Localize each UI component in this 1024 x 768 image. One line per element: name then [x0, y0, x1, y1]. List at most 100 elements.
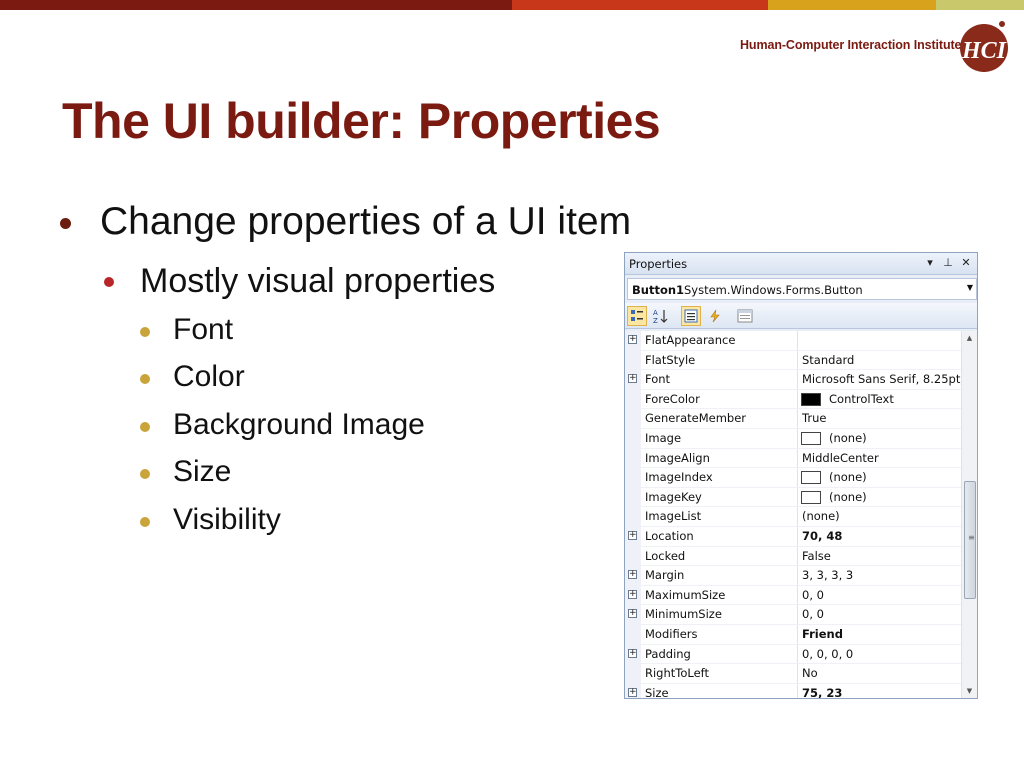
sub-bullet-dot: [140, 327, 150, 337]
row-gutter: [625, 350, 641, 370]
property-value[interactable]: 75, 23: [802, 686, 842, 698]
scroll-down-icon[interactable]: ▼: [962, 684, 977, 698]
property-value[interactable]: Standard: [802, 353, 854, 367]
property-value[interactable]: No: [802, 666, 818, 680]
properties-title: Properties: [629, 257, 688, 271]
expand-icon[interactable]: +: [628, 374, 637, 384]
property-value[interactable]: True: [802, 411, 826, 425]
property-row[interactable]: ImageIndex (none): [625, 468, 961, 488]
property-name: Location: [645, 529, 694, 543]
property-name: ImageList: [645, 509, 702, 524]
expand-icon[interactable]: +: [628, 589, 637, 599]
property-row[interactable]: ImageAlign MiddleCenter: [625, 448, 961, 469]
property-row[interactable]: + Location 70, 48: [625, 527, 961, 547]
expand-icon[interactable]: +: [628, 687, 637, 697]
property-value[interactable]: (none): [829, 431, 867, 445]
property-value[interactable]: (none): [829, 490, 867, 504]
properties-icon[interactable]: [681, 306, 701, 326]
events-icon[interactable]: [705, 306, 725, 326]
column-separator: [797, 507, 798, 526]
property-row[interactable]: + FlatAppearance: [625, 331, 961, 351]
property-row[interactable]: RightToLeft No: [625, 664, 961, 684]
column-separator: [797, 683, 798, 698]
object-type: System.Windows.Forms.Button: [684, 283, 863, 297]
row-gutter: [625, 409, 641, 428]
property-value[interactable]: (none): [829, 470, 867, 484]
close-icon[interactable]: ✕: [959, 256, 973, 270]
property-name: RightToLeft: [645, 666, 710, 681]
band-segment: [512, 0, 768, 10]
property-pages-icon[interactable]: [735, 306, 755, 326]
property-row[interactable]: + Padding 0, 0, 0, 0: [625, 644, 961, 665]
sub-bullet-dot: [140, 422, 150, 432]
hci-logo: HCI: [960, 21, 1008, 72]
pin-icon[interactable]: ⊥: [941, 256, 955, 270]
row-gutter: [625, 507, 641, 526]
bullet-2: Mostly visual properties: [140, 262, 496, 300]
property-value[interactable]: (none): [802, 509, 840, 523]
vertical-scrollbar[interactable]: ▲ ≡ ▼: [961, 331, 977, 698]
alphabetical-icon[interactable]: AZ: [651, 306, 671, 326]
property-value[interactable]: 3, 3, 3, 3: [802, 568, 853, 582]
property-name: MaximumSize: [645, 587, 726, 602]
value-swatch: [801, 432, 821, 445]
property-row[interactable]: + Margin 3, 3, 3, 3: [625, 566, 961, 586]
property-row[interactable]: + Font Microsoft Sans Serif, 8.25pt: [625, 370, 961, 390]
property-name: ImageIndex: [645, 470, 713, 485]
property-name: FlatStyle: [645, 352, 696, 367]
property-row[interactable]: ImageKey (none): [625, 487, 961, 508]
property-value[interactable]: 70, 48: [802, 529, 842, 543]
property-row[interactable]: FlatStyle Standard: [625, 350, 961, 371]
bullet-dot: [60, 218, 71, 229]
row-gutter: [625, 625, 641, 644]
object-name: Button1: [632, 283, 685, 297]
band-segment: [768, 0, 936, 10]
expand-icon[interactable]: +: [628, 570, 637, 580]
property-value[interactable]: 0, 0: [802, 607, 824, 621]
grip-icon: ≡: [968, 533, 975, 542]
property-row[interactable]: GenerateMember True: [625, 409, 961, 429]
column-separator: [797, 566, 798, 585]
property-row[interactable]: Modifiers Friend: [625, 625, 961, 645]
property-row[interactable]: ImageList (none): [625, 507, 961, 527]
expand-icon[interactable]: +: [628, 648, 637, 658]
property-value[interactable]: Microsoft Sans Serif, 8.25pt: [802, 372, 960, 386]
column-separator: [797, 429, 798, 448]
expand-icon[interactable]: +: [628, 531, 637, 540]
property-row[interactable]: ForeColor ControlText: [625, 389, 961, 410]
column-separator: [797, 389, 798, 409]
column-separator: [797, 350, 798, 370]
property-name: GenerateMember: [645, 411, 747, 426]
expand-icon[interactable]: +: [628, 609, 637, 619]
property-row[interactable]: + Size 75, 23: [625, 683, 961, 698]
window-position-dropdown-icon[interactable]: ▾: [923, 256, 937, 270]
property-row[interactable]: + MinimumSize 0, 0: [625, 605, 961, 625]
row-gutter: [625, 389, 641, 409]
column-separator: [797, 546, 798, 566]
property-value[interactable]: False: [802, 549, 831, 563]
expand-icon[interactable]: +: [628, 335, 637, 344]
property-value[interactable]: 0, 0, 0, 0: [802, 647, 853, 661]
object-selector[interactable]: Button1 System.Windows.Forms.Button ▼: [627, 278, 977, 300]
sub-bullet-color: Color: [173, 360, 245, 393]
row-gutter: [625, 448, 641, 468]
property-value[interactable]: MiddleCenter: [802, 451, 879, 465]
property-row[interactable]: Image (none): [625, 429, 961, 449]
property-value[interactable]: 0, 0: [802, 588, 824, 602]
column-separator: [797, 448, 798, 468]
scroll-up-icon[interactable]: ▲: [962, 331, 977, 345]
row-gutter: [625, 487, 641, 507]
band-segment: [0, 0, 512, 10]
property-value[interactable]: ControlText: [829, 392, 894, 406]
property-name: FlatAppearance: [645, 333, 736, 347]
property-row[interactable]: + MaximumSize 0, 0: [625, 585, 961, 606]
svg-text:A: A: [653, 309, 658, 317]
svg-text:Z: Z: [653, 317, 658, 324]
scroll-thumb[interactable]: ≡: [964, 481, 976, 599]
column-separator: [797, 527, 798, 546]
property-row[interactable]: Locked False: [625, 546, 961, 567]
property-value[interactable]: Friend: [802, 627, 843, 641]
band-segment: [936, 0, 1024, 10]
categorized-icon[interactable]: [627, 306, 647, 326]
row-gutter: [625, 664, 641, 683]
